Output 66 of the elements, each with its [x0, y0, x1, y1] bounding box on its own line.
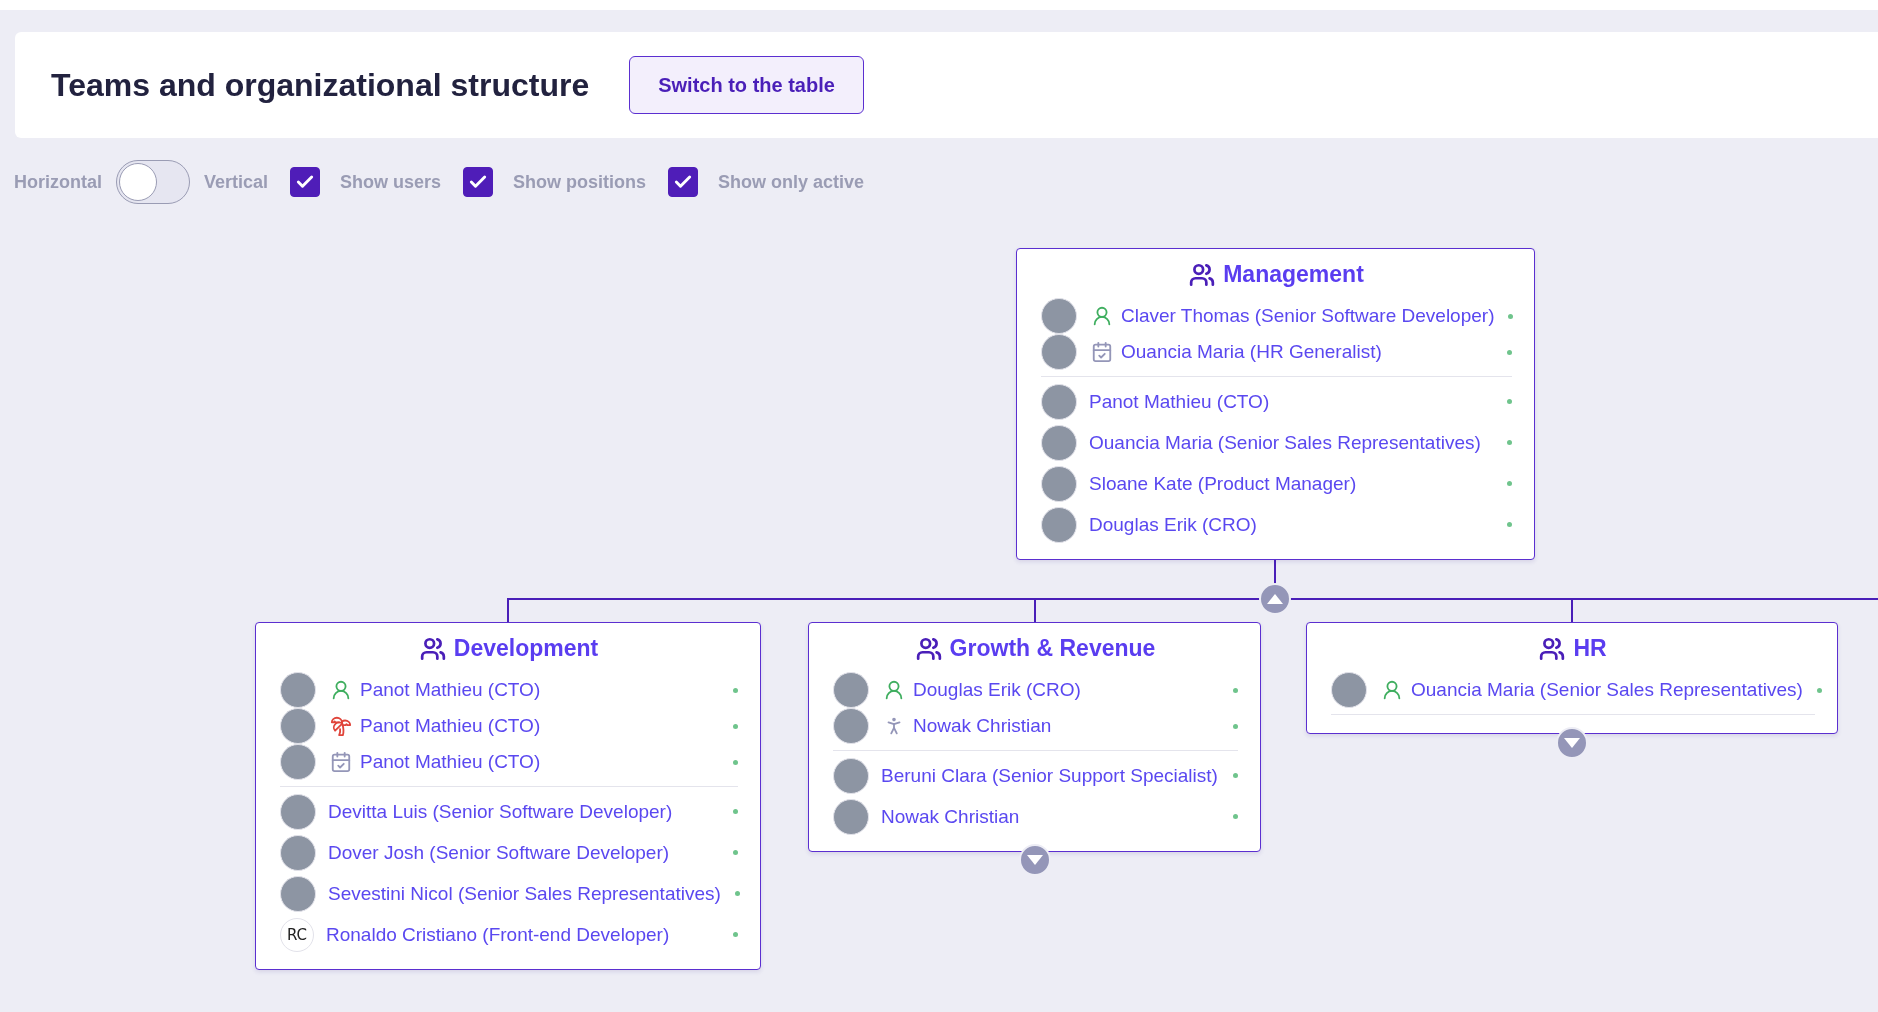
team-icon: [1539, 635, 1566, 662]
switch-button[interactable]: Switch to the table: [629, 56, 864, 114]
team-name: Management: [1223, 261, 1364, 288]
avatar-placeholder: [280, 708, 316, 744]
checkbox-label: Show positions: [513, 171, 647, 193]
checkbox-label: Show users: [340, 171, 442, 193]
checkbox-label: Show only active: [718, 171, 865, 193]
person-name[interactable]: Devitta Luis (Senior Software Developer): [328, 800, 719, 823]
avatar-placeholder: [1331, 672, 1367, 708]
person-name[interactable]: Claver Thomas (Senior Software Developer): [1121, 305, 1495, 327]
person-name[interactable]: Douglas Erik (CRO): [1089, 513, 1493, 536]
avatar-placeholder: [280, 875, 316, 912]
team-icon: [915, 635, 942, 662]
toggle-label: Horizontal: [14, 171, 102, 193]
person-name[interactable]: Douglas Erik (CRO): [913, 679, 1219, 701]
person-icon: [330, 679, 352, 701]
person-name[interactable]: Panot Mathieu (CTO): [360, 715, 719, 737]
avatar-initials: RC: [280, 917, 314, 952]
avatar-placeholder: [1041, 465, 1077, 502]
avatar-placeholder: [1041, 334, 1077, 370]
avatar-placeholder: [1041, 383, 1077, 420]
avatar-placeholder: [833, 757, 869, 794]
person-icon: [1091, 305, 1113, 327]
person-name[interactable]: Nowak Christian: [913, 715, 1219, 737]
person-name[interactable]: Panot Mathieu (CTO): [360, 679, 719, 701]
orientation-toggle[interactable]: [116, 160, 190, 204]
avatar-placeholder: [1041, 506, 1077, 543]
down-triangle-icon: [1026, 855, 1043, 865]
person-name[interactable]: Sloane Kate (Product Manager): [1089, 472, 1493, 495]
person-name[interactable]: Ouancia Maria (Senior Sales Representatives): [1089, 431, 1493, 454]
avatar-placeholder: [1041, 424, 1077, 461]
avatar-placeholder: [280, 672, 316, 708]
person-name[interactable]: Sevestini Nicol (Senior Sales Representatives): [328, 882, 721, 905]
team-icon: [1189, 261, 1216, 288]
person-name[interactable]: Dover Josh (Senior Software Developer): [328, 841, 719, 864]
palm-tree-icon: [330, 715, 352, 737]
person-name[interactable]: Ouancia Maria (HR Generalist): [1121, 341, 1493, 363]
team-name: Growth & Revenue: [949, 635, 1156, 662]
checkbox[interactable]: [463, 167, 494, 197]
person-name[interactable]: Panot Mathieu (CTO): [1089, 390, 1493, 413]
avatar-placeholder: [280, 744, 316, 780]
toggle-label: Vertical: [204, 171, 269, 193]
calendar-check-icon: [330, 751, 352, 773]
team-icon: [419, 635, 446, 662]
avatar-placeholder: [280, 834, 316, 871]
team-name: Development: [453, 635, 599, 662]
avatar-placeholder: [833, 672, 869, 708]
avatar-placeholder: [833, 798, 869, 835]
person-icon: [1381, 679, 1403, 701]
up-triangle-icon: [1267, 594, 1283, 604]
person-name[interactable]: Panot Mathieu (CTO): [360, 751, 719, 773]
checkbox[interactable]: [290, 167, 321, 197]
page-title: Teams and organizational structure: [51, 66, 590, 104]
avatar-placeholder: [833, 708, 869, 744]
avatar-placeholder: [280, 793, 316, 830]
person-name[interactable]: Nowak Christian: [881, 805, 1219, 828]
person-name[interactable]: Beruni Clara (Senior Support Specialist): [881, 764, 1219, 787]
person-name[interactable]: Ouancia Maria (Senior Sales Representatives): [1411, 679, 1803, 701]
person-icon: [883, 679, 905, 701]
calendar-check-icon: [1091, 341, 1113, 363]
checkbox[interactable]: [668, 167, 699, 197]
expand-button[interactable]: [1556, 727, 1588, 759]
person-name[interactable]: Ronaldo Cristiano (Front-end Developer): [326, 923, 719, 946]
down-triangle-icon: [1564, 738, 1580, 748]
avatar-placeholder: [1041, 298, 1077, 334]
team-name: HR: [1573, 635, 1607, 662]
